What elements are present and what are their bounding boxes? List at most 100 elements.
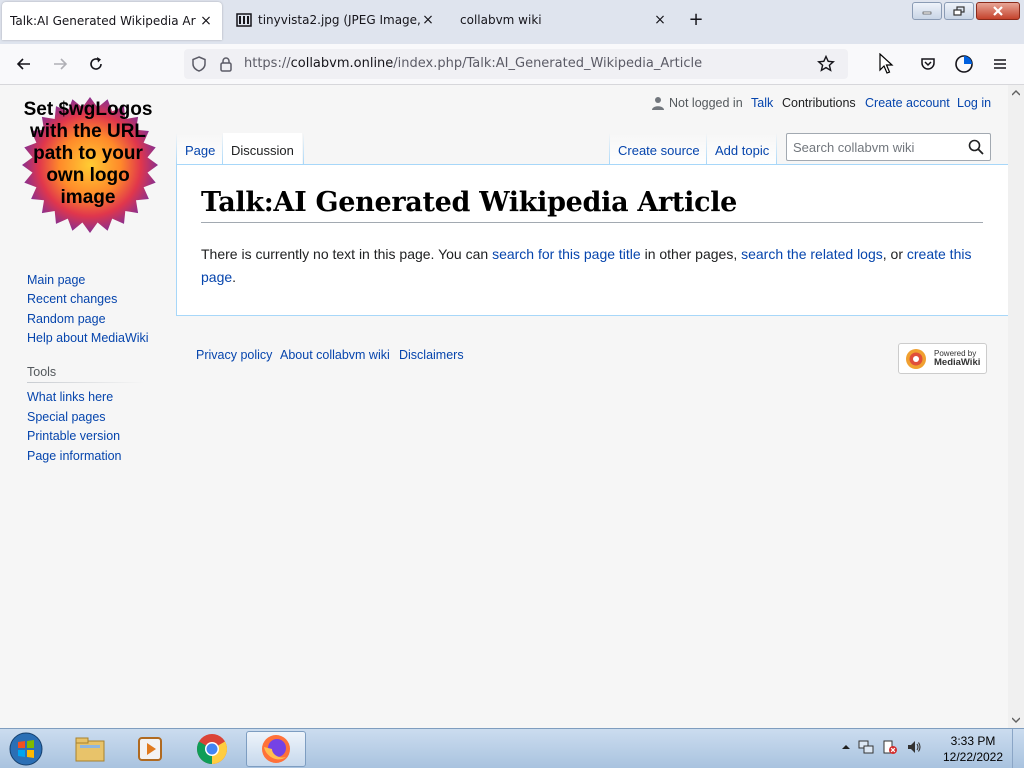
taskbar-clock[interactable]: 3:33 PM 12/22/2022 <box>940 733 1006 765</box>
taskbar-chrome[interactable] <box>182 731 242 767</box>
minimize-button[interactable] <box>912 2 942 20</box>
show-desktop-button[interactable] <box>1012 729 1024 768</box>
sidebar-item-special-pages[interactable]: Special pages <box>27 410 106 424</box>
notice-text: in other pages, <box>640 246 742 262</box>
taskbar-media-player[interactable] <box>120 731 180 767</box>
account-icon[interactable] <box>954 54 974 74</box>
url-path: /index.php/Talk:AI_Generated_Wikipedia_A… <box>393 56 703 71</box>
tools-divider <box>27 382 145 383</box>
taskbar: 3:33 PM 12/22/2022 <box>0 728 1024 768</box>
show-hidden-icons-icon[interactable] <box>842 743 850 751</box>
browser-toolbar: https://collabvm.online/index.php/Talk:A… <box>0 44 1024 85</box>
tab-close-icon[interactable]: × <box>198 13 214 29</box>
system-tray <box>842 739 922 755</box>
tools-heading: Tools <box>27 365 57 379</box>
tab-page[interactable]: Page <box>177 133 224 165</box>
page-title: Talk:AI Generated Wikipedia Article <box>201 187 738 218</box>
minimize-icon <box>922 11 932 15</box>
restore-icon <box>953 6 965 16</box>
restore-button[interactable] <box>944 2 974 20</box>
url-bar[interactable]: https://collabvm.online/index.php/Talk:A… <box>184 49 848 79</box>
tab-add-topic[interactable]: Add topic <box>707 133 778 165</box>
footer-privacy-link[interactable]: Privacy policy <box>196 348 272 362</box>
tab-close-icon[interactable]: × <box>420 12 436 28</box>
tab-collabvm-wiki[interactable]: collabvm wiki × <box>452 0 676 40</box>
taskbar-firefox[interactable] <box>246 731 306 767</box>
tab-separator <box>303 133 304 165</box>
footer-disclaimers-link[interactable]: Disclaimers <box>399 348 464 362</box>
content-area: Talk:AI Generated Wikipedia Article Ther… <box>176 164 1008 316</box>
back-icon[interactable] <box>14 54 34 74</box>
contributions-link[interactable]: Contributions <box>782 96 856 110</box>
close-icon <box>993 6 1003 16</box>
sidebar-item-printable-version[interactable]: Printable version <box>27 429 120 443</box>
mouse-cursor-icon <box>876 53 896 74</box>
tab-create-source[interactable]: Create source <box>610 133 708 165</box>
sidebar-item-what-links-here[interactable]: What links here <box>27 390 113 404</box>
tab-talk-ai-article[interactable]: Talk:AI Generated Wikipedia Article × <box>2 2 222 40</box>
wiki-page: Set $wgLogos with the URL path to your o… <box>0 85 1008 728</box>
notice-text: There is currently no text in this page.… <box>201 246 493 262</box>
no-text-notice: There is currently no text in this page.… <box>201 243 981 289</box>
scroll-down-icon[interactable] <box>1012 716 1020 724</box>
tab-title: Talk:AI Generated Wikipedia Article <box>10 14 196 28</box>
new-tab-button[interactable]: + <box>686 10 706 30</box>
search-page-title-link[interactable]: search for this page title <box>492 246 641 262</box>
tab-separator <box>776 133 777 165</box>
tab-tinyvista-image[interactable]: tinyvista2.jpg (JPEG Image, 640 × <box>228 0 444 40</box>
lock-icon[interactable] <box>216 54 236 74</box>
not-logged-in-label: Not logged in <box>669 96 743 110</box>
logo-text: Set $wgLogos with the URL path to your o… <box>23 99 153 208</box>
page-scrollbar[interactable] <box>1008 85 1024 728</box>
search-input[interactable] <box>793 139 963 155</box>
mediawiki-label: MediaWiki <box>934 357 981 368</box>
notice-text: . <box>232 269 237 285</box>
network-icon[interactable] <box>858 739 874 755</box>
clock-date: 12/22/2022 <box>942 750 1004 764</box>
title-divider <box>201 222 983 223</box>
log-in-link[interactable]: Log in <box>957 96 991 110</box>
folder-icon <box>75 737 105 762</box>
forward-icon[interactable] <box>50 54 70 74</box>
volume-icon[interactable] <box>906 739 922 755</box>
reload-icon[interactable] <box>86 54 106 74</box>
clock-time: 3:33 PM <box>950 734 996 748</box>
bookmark-star-icon[interactable] <box>816 54 836 74</box>
tab-discussion[interactable]: Discussion <box>223 133 302 165</box>
create-account-link[interactable]: Create account <box>865 96 950 110</box>
powered-by-text: Powered by MediaWiki <box>934 349 980 367</box>
pocket-icon[interactable] <box>918 54 938 74</box>
chrome-icon <box>196 734 228 764</box>
search-related-logs-link[interactable]: search the related logs <box>741 246 883 262</box>
window-controls <box>912 2 1020 20</box>
sidebar-item-main-page[interactable]: Main page <box>27 273 85 287</box>
sidebar-item-page-information[interactable]: Page information <box>27 449 122 463</box>
talk-link[interactable]: Talk <box>751 96 773 110</box>
tracking-shield-icon[interactable] <box>189 54 209 74</box>
tab-title: tinyvista2.jpg (JPEG Image, 640 <box>258 13 424 27</box>
windows-orb-icon <box>9 732 43 766</box>
sidebar-item-help[interactable]: Help about MediaWiki <box>27 331 149 345</box>
url-scheme: https:// <box>244 56 291 71</box>
action-center-icon[interactable] <box>882 739 898 755</box>
media-player-icon <box>138 737 162 761</box>
sidebar-item-random-page[interactable]: Random page <box>27 312 106 326</box>
menu-icon[interactable] <box>990 54 1010 74</box>
tab-close-icon[interactable]: × <box>652 12 668 28</box>
url-text[interactable]: https://collabvm.online/index.php/Talk:A… <box>244 56 702 71</box>
sidebar-item-recent-changes[interactable]: Recent changes <box>27 292 117 306</box>
mediawiki-flower-icon <box>906 349 926 369</box>
powered-by-mediawiki-badge[interactable]: Powered by MediaWiki <box>898 343 987 374</box>
close-window-button[interactable] <box>976 2 1020 20</box>
notice-text: , or <box>882 246 907 262</box>
search-box <box>786 133 991 161</box>
taskbar-explorer[interactable] <box>60 731 120 767</box>
search-icon[interactable] <box>968 139 984 155</box>
scroll-up-icon[interactable] <box>1012 89 1020 97</box>
start-button[interactable] <box>6 731 46 767</box>
footer-about-link[interactable]: About collabvm wiki <box>280 348 390 362</box>
image-file-icon <box>236 12 252 28</box>
browser-tab-bar: Talk:AI Generated Wikipedia Article × ti… <box>0 0 1024 44</box>
url-host: collabvm.online <box>290 56 394 71</box>
user-icon <box>652 96 664 113</box>
